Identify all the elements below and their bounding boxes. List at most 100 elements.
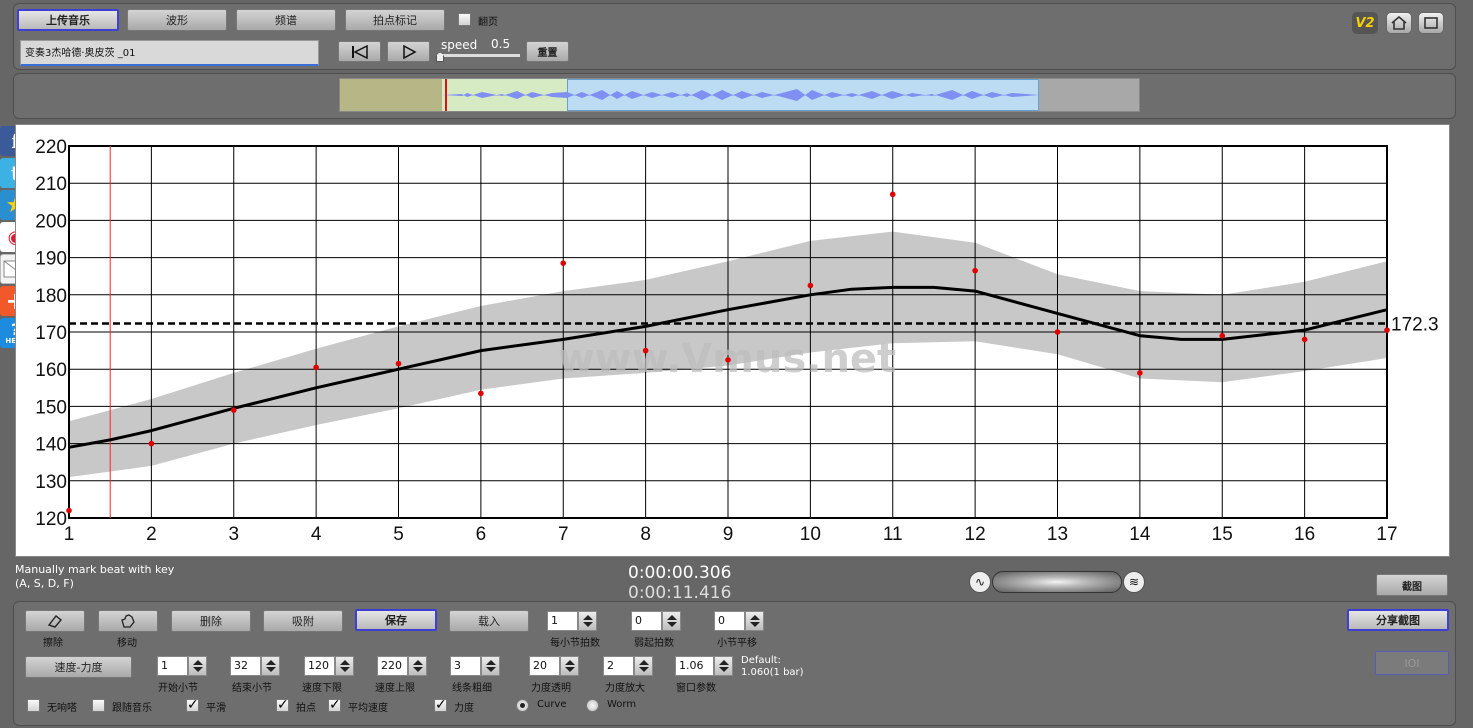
beat-point[interactable] (230, 407, 237, 413)
x-tick-label: 13 (1047, 524, 1068, 545)
tempo-min-spin[interactable] (335, 656, 354, 676)
tempo-chart[interactable]: 1 2 3 4 5 6 7 8 9 10 11 12 13 14 15 16 17120130140150160… (15, 124, 1450, 557)
fullscreen-icon[interactable] (1418, 12, 1444, 34)
hint-line-1: Manually mark beat with key (15, 563, 175, 576)
beat-point[interactable] (1054, 329, 1061, 335)
dynamics-checkbox[interactable]: ✓ (434, 698, 447, 712)
tempo-dynamics-button[interactable]: 速度-力度 (25, 656, 132, 678)
load-button[interactable]: 载入 (449, 610, 529, 632)
volume-slider[interactable]: ∿ ≋ (968, 570, 1148, 594)
delete-button[interactable]: 删除 (171, 610, 251, 632)
dynamics-scale-spin[interactable] (634, 656, 653, 676)
reset-button[interactable]: 重置 (526, 41, 569, 62)
x-tick-label: 14 (1129, 524, 1151, 545)
beat-point[interactable] (972, 267, 978, 274)
share-screenshot-button[interactable]: 分享截图 (1347, 609, 1449, 631)
tempo-max-label: 速度上限 (375, 683, 415, 694)
bar-shift-spin[interactable] (745, 611, 764, 631)
dynamics-opacity-spin[interactable] (560, 656, 579, 676)
beat-point[interactable] (148, 440, 155, 447)
spectrum-button[interactable]: 频谱 (236, 9, 336, 31)
start-bar-spin[interactable] (188, 656, 207, 676)
beats-per-bar-label: 每小节拍数 (550, 638, 600, 649)
end-bar-spin[interactable] (261, 656, 280, 676)
dynamics-scale-stepper[interactable]: 2 (603, 656, 653, 676)
beat-points-label: 拍点 (296, 703, 316, 714)
beat-point[interactable] (725, 357, 731, 363)
screenshot-button[interactable]: 截图 (1376, 574, 1448, 596)
beat-point[interactable] (1137, 370, 1143, 376)
playhead-marker[interactable] (445, 79, 447, 111)
dynamics-label: 力度 (454, 703, 474, 714)
waveform-button[interactable]: 波形 (127, 9, 227, 31)
tempo-max-value[interactable]: 220 (377, 656, 408, 676)
y-tick-label: 150 (35, 397, 67, 418)
beat-point[interactable] (478, 390, 484, 397)
x-tick-label: 11 (883, 524, 903, 545)
window-param-stepper[interactable]: 1.06 (675, 656, 733, 676)
beat-point[interactable] (1384, 327, 1390, 333)
weak-beats-spin[interactable] (662, 611, 681, 631)
waveform-overview[interactable] (339, 78, 1140, 112)
beat-point[interactable] (395, 360, 402, 367)
beats-per-bar-value[interactable]: 1 (547, 611, 578, 631)
beat-point[interactable] (1301, 336, 1308, 343)
end-bar-stepper[interactable]: 32 (230, 656, 280, 676)
weak-beats-value[interactable]: 0 (631, 611, 662, 631)
home-icon[interactable] (1386, 12, 1412, 34)
tap-mark-button[interactable]: 拍点标记 (345, 9, 445, 31)
worm-radio[interactable] (586, 699, 599, 712)
beat-point[interactable] (313, 364, 319, 371)
line-width-value[interactable]: 3 (450, 656, 481, 676)
dynamics-opacity-value[interactable]: 20 (529, 656, 560, 676)
beat-points-checkbox[interactable]: ✓ (276, 698, 289, 712)
tempo-max-spin[interactable] (408, 656, 427, 676)
version-v2-icon[interactable]: V2 (1352, 12, 1378, 34)
beat-point[interactable] (642, 347, 649, 354)
beat-point[interactable] (889, 191, 896, 198)
follow-music-label: 跟随音乐 (112, 703, 152, 714)
move-button[interactable] (98, 610, 158, 632)
start-bar-stepper[interactable]: 1 (157, 656, 207, 676)
save-button[interactable]: 保存 (355, 609, 437, 631)
dynamics-opacity-stepper[interactable]: 20 (529, 656, 579, 676)
upload-music-button[interactable]: 上传音乐 (17, 9, 119, 31)
version-label: V2 (1355, 15, 1375, 31)
line-width-spin[interactable] (481, 656, 500, 676)
default-line-2: 1.060(1 bar) (741, 667, 804, 678)
ioi-button[interactable]: IOI (1375, 651, 1449, 675)
page-turn-checkbox[interactable] (458, 13, 471, 26)
bar-shift-value[interactable]: 0 (714, 611, 745, 631)
beat-point[interactable] (66, 507, 72, 514)
track-name-field[interactable]: 变奏3杰哈德·奥皮茨 _01 (20, 40, 319, 66)
beat-point[interactable] (807, 282, 814, 289)
no-sound-checkbox[interactable] (27, 699, 40, 712)
line-width-stepper[interactable]: 3 (450, 656, 500, 676)
beats-per-bar-spin[interactable] (578, 611, 597, 631)
window-param-spin[interactable] (714, 656, 733, 676)
play-button[interactable] (387, 41, 430, 62)
tempo-max-stepper[interactable]: 220 (377, 656, 427, 676)
follow-music-checkbox[interactable] (92, 699, 105, 712)
tempo-min-stepper[interactable]: 120 (304, 656, 354, 676)
beat-point[interactable] (1219, 332, 1226, 339)
mean-tempo-label: 172.3 (1391, 314, 1439, 335)
snap-button[interactable]: 吸附 (263, 610, 343, 632)
weak-beats-stepper[interactable]: 0 (631, 611, 681, 631)
y-tick-label: 130 (35, 472, 67, 493)
smooth-checkbox[interactable]: ✓ (186, 698, 199, 712)
skip-to-start-button[interactable] (338, 41, 381, 62)
curve-radio[interactable] (516, 699, 529, 712)
end-bar-value[interactable]: 32 (230, 656, 261, 676)
erase-button[interactable] (25, 610, 85, 632)
beat-point[interactable] (560, 260, 567, 266)
tempo-min-value[interactable]: 120 (304, 656, 335, 676)
beats-per-bar-stepper[interactable]: 1 (547, 611, 597, 631)
window-param-value[interactable]: 1.06 (675, 656, 714, 676)
bar-shift-stepper[interactable]: 0 (714, 611, 764, 631)
start-bar-value[interactable]: 1 (157, 656, 188, 676)
end-bar-label: 结束小节 (232, 683, 272, 694)
dynamics-scale-value[interactable]: 2 (603, 656, 634, 676)
speed-slider[interactable] (438, 54, 520, 57)
avg-tempo-checkbox[interactable]: ✓ (328, 698, 341, 712)
